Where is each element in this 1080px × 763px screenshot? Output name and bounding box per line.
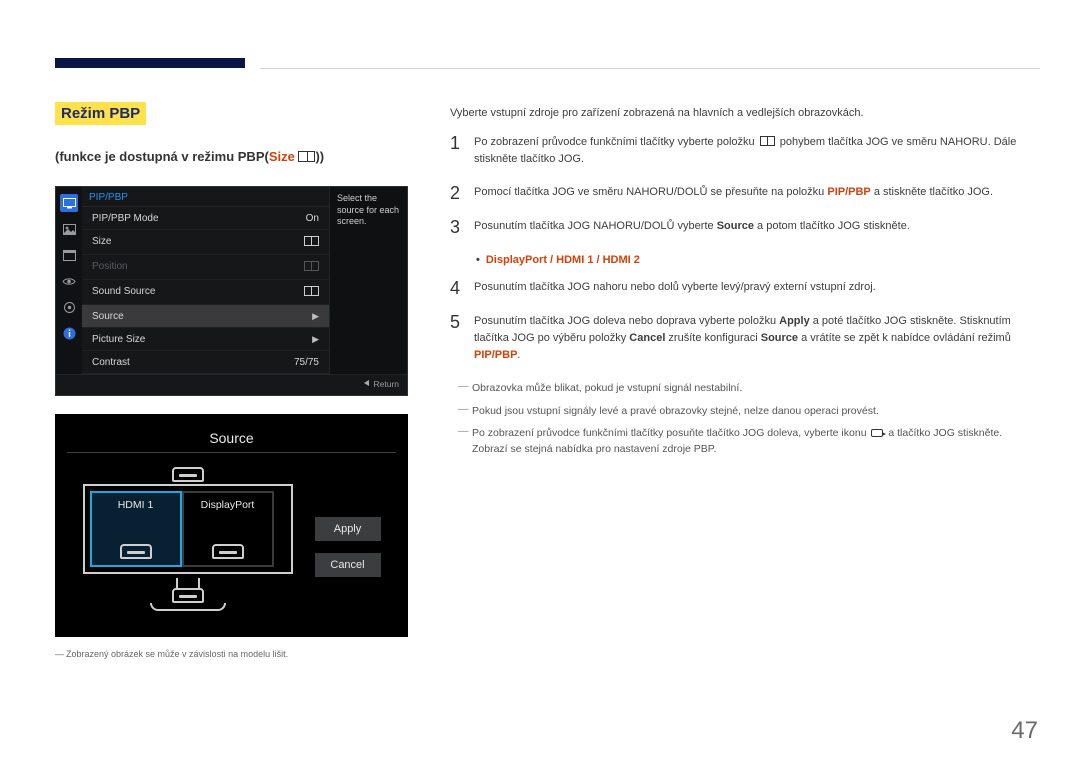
osd-row-mode: PIP/PBP Mode On — [82, 207, 329, 230]
step-text: Posunutím tlačítka JOG NAHORU/DOLŮ vyber… — [474, 220, 717, 232]
step-4: 4 Posunutím tlačítka JOG nahoru nebo dol… — [450, 279, 1040, 297]
osd-row-source: Source ▶ — [82, 305, 329, 328]
osd-label: Source — [92, 311, 124, 322]
osd-title: PIP/PBP — [82, 187, 329, 207]
source-term: Source — [761, 332, 798, 344]
step-number: 3 — [450, 218, 462, 236]
step-text: a vrátíte se zpět k nabídce ovládání rež… — [798, 332, 1011, 344]
osd-icon-eye — [60, 272, 78, 290]
step-number: 5 — [450, 313, 462, 364]
port-top-icon — [172, 467, 204, 482]
step-text: Pomocí tlačítka JOG ve směru NAHORU/DOLŮ… — [474, 186, 827, 198]
step-text: Po zobrazení průvodce funkčními tlačítky… — [474, 136, 758, 148]
footnote-1: Obrazovka může blikat, pokud je vstupní … — [460, 380, 1040, 396]
source-term: Source — [717, 220, 754, 232]
cancel-button[interactable]: Cancel — [315, 553, 381, 577]
osd-value: On — [306, 213, 319, 224]
options-bullet: •DisplayPort / HDMI 1 / HDMI 2 — [476, 252, 1040, 269]
return-arrow-icon — [364, 380, 369, 386]
osd-row-position: Position — [82, 255, 329, 280]
right-column: Vyberte vstupní zdroje pro zařízení zobr… — [450, 105, 1040, 463]
source-left-label: HDMI 1 — [118, 499, 154, 511]
osd-row-picturesize: Picture Size ▶ — [82, 328, 329, 351]
source-panel: Source HDMI 1 DisplayPort — [55, 414, 408, 637]
osd-menu: PIP/PBP PIP/PBP Mode On Size Position So… — [55, 186, 408, 396]
apply-button[interactable]: Apply — [315, 517, 381, 541]
port-icon — [120, 544, 152, 559]
osd-label: Sound Source — [92, 286, 155, 299]
step-3: 3 Posunutím tlačítka JOG NAHORU/DOLŮ vyb… — [450, 218, 1040, 236]
section-subheading: (funkce je dostupná v režimu PBP(Size )) — [55, 149, 415, 164]
header-accent-bar — [55, 58, 245, 68]
port-bottom-icon — [172, 588, 204, 603]
step-1: 1 Po zobrazení průvodce funkčními tlačít… — [450, 134, 1040, 168]
osd-icon-picture — [60, 220, 78, 238]
footnote-2: Pokud jsou vstupní signály levé a pravé … — [460, 403, 1040, 419]
header-rule — [260, 68, 1040, 69]
pip-pbp-term: PIP/PBP — [474, 349, 517, 361]
step-number: 2 — [450, 184, 462, 202]
osd-row-contrast: Contrast 75/75 — [82, 351, 329, 374]
apply-term: Apply — [779, 315, 810, 327]
monitor-stand-icon — [83, 578, 293, 611]
step-text: . — [517, 349, 520, 361]
osd-label: Picture Size — [92, 334, 145, 345]
source-buttons: Apply Cancel — [315, 517, 381, 577]
return-icon — [871, 429, 883, 437]
options-list: DisplayPort / HDMI 1 / HDMI 2 — [486, 254, 640, 266]
source-left-pane: HDMI 1 — [90, 491, 182, 567]
osd-label: Contrast — [92, 357, 130, 368]
step-5: 5 Posunutím tlačítka JOG doleva nebo dop… — [450, 313, 1040, 364]
pbp-position-value-icon — [304, 261, 319, 271]
osd-label: Size — [92, 236, 111, 249]
menu-icon — [760, 136, 775, 146]
step-text: a potom tlačítko JOG stiskněte. — [754, 220, 910, 232]
osd-return-label: Return — [373, 379, 399, 389]
step-number: 4 — [450, 279, 462, 297]
sound-value-icon — [304, 286, 319, 296]
subheading-size: Size — [269, 149, 295, 164]
pbp-size-icon — [298, 151, 315, 162]
chevron-right-icon: ▶ — [312, 311, 319, 322]
osd-label: Position — [92, 261, 128, 274]
page-number: 47 — [1011, 717, 1038, 745]
subheading-prefix: (funkce je dostupná v režimu PBP( — [55, 149, 269, 164]
pip-pbp-term: PIP/PBP — [827, 186, 870, 198]
osd-value: 75/75 — [294, 357, 319, 368]
step-text: Posunutím tlačítka JOG doleva nebo dopra… — [474, 315, 779, 327]
chevron-right-icon: ▶ — [312, 334, 319, 345]
step-text: Posunutím tlačítka JOG nahoru nebo dolů … — [474, 279, 876, 297]
osd-main: PIP/PBP PIP/PBP Mode On Size Position So… — [82, 187, 329, 374]
osd-side-hint: Select the source for each screen. — [329, 187, 407, 374]
osd-row-size: Size — [82, 230, 329, 255]
source-panel-title: Source — [67, 424, 396, 452]
left-footnote-text: Zobrazený obrázek se může v závislosti n… — [66, 649, 288, 659]
osd-footer: Return — [56, 374, 407, 395]
cancel-term: Cancel — [629, 332, 665, 344]
osd-icon-window — [60, 246, 78, 264]
osd-icon-info — [60, 324, 78, 342]
osd-icon-rail — [56, 187, 82, 374]
intro-text: Vyberte vstupní zdroje pro zařízení zobr… — [450, 105, 1040, 122]
step-text: a stiskněte tlačítko JOG. — [871, 186, 993, 198]
step-2: 2 Pomocí tlačítka JOG ve směru NAHORU/DO… — [450, 184, 1040, 202]
subheading-suffix: )) — [315, 149, 324, 164]
monitor-diagram: HDMI 1 DisplayPort — [83, 467, 293, 611]
source-panel-rule — [67, 452, 396, 453]
left-footnote: ―Zobrazený obrázek se může v závislosti … — [55, 649, 415, 659]
section-heading: Režim PBP — [55, 102, 146, 125]
port-icon — [212, 544, 244, 559]
source-right-pane: DisplayPort — [182, 491, 274, 567]
footnote-text: Po zobrazení průvodce funkčními tlačítky… — [472, 427, 869, 439]
osd-label: PIP/PBP Mode — [92, 213, 159, 224]
step-number: 1 — [450, 134, 462, 168]
step-text: zrušíte konfiguraci — [665, 332, 760, 344]
pbp-size-value-icon — [304, 236, 319, 246]
footnote-3: Po zobrazení průvodce funkčními tlačítky… — [460, 425, 1040, 458]
source-right-label: DisplayPort — [201, 499, 255, 511]
osd-icon-monitor — [60, 194, 78, 212]
left-column: Režim PBP (funkce je dostupná v režimu P… — [55, 102, 415, 659]
osd-row-sound: Sound Source — [82, 280, 329, 305]
osd-icon-gear — [60, 298, 78, 316]
